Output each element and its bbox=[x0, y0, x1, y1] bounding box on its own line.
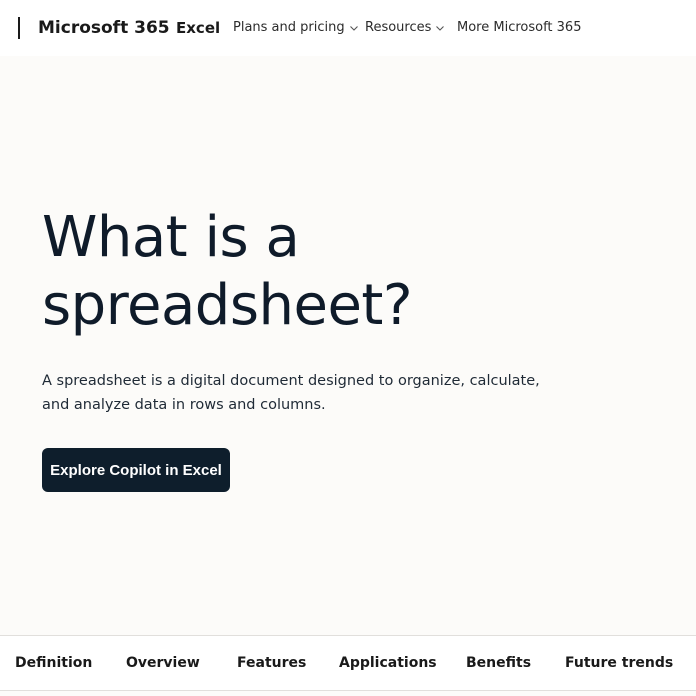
product-link-excel[interactable]: Excel bbox=[176, 17, 220, 39]
brand-link-microsoft-365[interactable]: Microsoft 365 bbox=[38, 16, 170, 40]
hero-description: A spreadsheet is a digital document desi… bbox=[42, 373, 540, 413]
nav-plans-and-pricing-label: Plans and pricing bbox=[233, 20, 345, 35]
brand-divider bbox=[18, 17, 20, 39]
chevron-down-icon bbox=[349, 23, 359, 33]
tab-features[interactable]: Features bbox=[237, 654, 306, 672]
tab-overview[interactable]: Overview bbox=[126, 654, 200, 672]
page-title-line-2: spreadsheet? bbox=[42, 273, 413, 338]
top-navigation: Microsoft 365 Excel Plans and pricing Re… bbox=[0, 0, 696, 56]
explore-copilot-button[interactable]: Explore Copilot in Excel bbox=[42, 448, 230, 492]
nav-plans-and-pricing[interactable]: Plans and pricing bbox=[233, 19, 359, 37]
page-title: What is a spreadsheet? bbox=[42, 204, 562, 340]
nav-resources-label: Resources bbox=[365, 20, 432, 35]
section-tabs: Definition Overview Features Application… bbox=[0, 635, 696, 691]
page-title-line-1: What is a bbox=[42, 205, 300, 270]
nav-resources[interactable]: Resources bbox=[365, 19, 445, 37]
nav-more-microsoft-365[interactable]: More Microsoft 365 bbox=[457, 19, 581, 37]
tab-applications[interactable]: Applications bbox=[339, 654, 437, 672]
chevron-down-icon bbox=[435, 23, 445, 33]
tab-future-trends[interactable]: Future trends bbox=[565, 654, 673, 672]
tab-benefits[interactable]: Benefits bbox=[466, 654, 531, 672]
nav-more-microsoft-365-label: More Microsoft 365 bbox=[457, 20, 582, 35]
tab-definition[interactable]: Definition bbox=[15, 654, 92, 672]
